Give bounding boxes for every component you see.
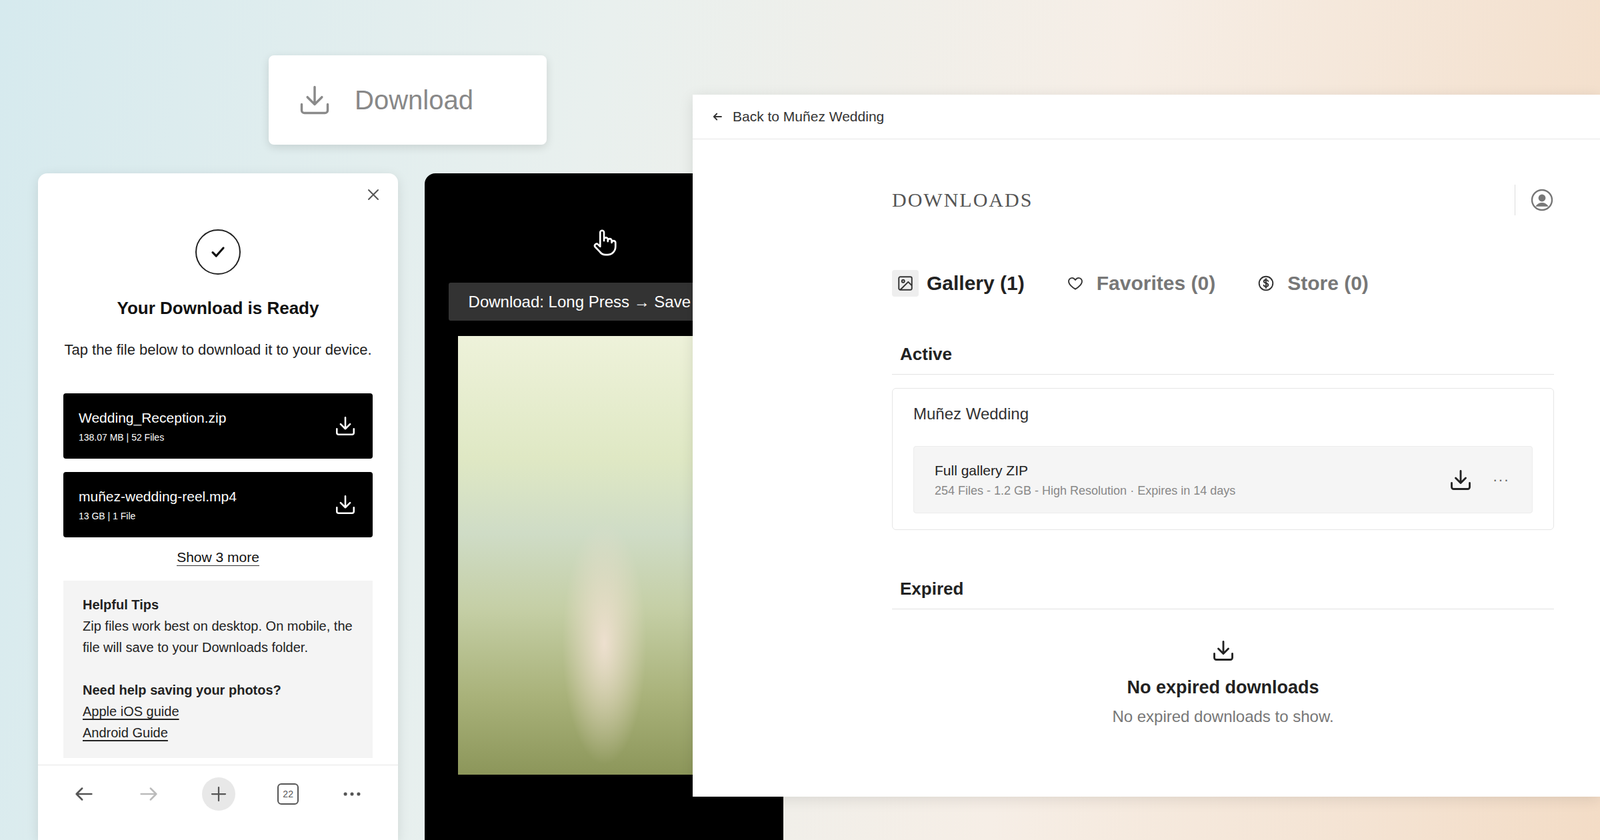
tab-label: Gallery (1) [926,272,1025,295]
separator [1514,184,1516,216]
download-icon [1211,638,1236,663]
canvas: Download Your Download is Ready Tap the fi… [0,0,1600,840]
back-link[interactable]: Back to Muñez Wedding [711,108,884,125]
instruction: Tap the file below to download it to you… [64,340,372,360]
page-title: DOWNLOADS [892,186,1033,214]
tab[interactable]: Gallery (1) [892,270,1025,297]
guide-link[interactable]: Android Guide [82,722,356,744]
empty-title: No expired downloads [1126,676,1319,699]
more-icon[interactable] [340,782,364,806]
mobile-download-panel: Your Download is Ready Tap the file below… [38,173,398,840]
tab-bar: Gallery (1) Favorites (0) Store (0) [892,270,1554,297]
downloads-window: Back to Muñez Wedding DOWNLOADS Gallery (1… [692,94,1600,797]
gallery-card: Muñez Wedding Full gallery ZIP 254 Files -… [892,388,1554,530]
download-button[interactable]: Download [268,55,547,145]
item-title: Full gallery ZIP [934,462,1236,480]
download-icon[interactable] [334,414,357,438]
plus-icon [208,784,229,804]
file-meta: 138.07 MB | 52 Files [78,431,226,444]
close-icon[interactable] [365,186,382,203]
file-meta: 13 GB | 1 File [78,510,237,522]
back-arrow-icon [711,110,724,123]
file-row[interactable]: muñez-wedding-reel.mp4 13 GB | 1 File [63,472,373,538]
more-button[interactable]: ··· [1492,471,1510,489]
tab-count[interactable]: 22 [277,783,299,805]
download-label: Download [354,85,474,116]
file-name: muñez-wedding-reel.mp4 [78,487,237,506]
hand-pointer-icon [588,226,620,258]
section-title: Expired [892,578,1554,610]
check-circle-icon [195,229,241,275]
file-row[interactable]: Wedding_Reception.zip 138.07 MB | 52 File… [63,393,373,459]
section-title: Active [892,343,1554,375]
header-bar: Back to Muñez Wedding [692,94,1600,140]
heart-icon [1066,274,1084,292]
ready-title: Your Download is Ready [117,297,320,319]
tab[interactable]: Store (0) [1252,270,1369,297]
tab-label: Store (0) [1287,272,1369,295]
image-icon [896,274,914,292]
helpful-tips: Helpful TipsZip files work best on deskt… [63,580,373,758]
download-icon[interactable] [1448,468,1473,492]
help-title: Need help saving your photos? [82,679,356,701]
new-tab-button[interactable] [202,777,236,811]
empty-text: No expired downloads to show. [1112,706,1334,727]
file-name: Wedding_Reception.zip [78,408,226,428]
download-icon [297,82,332,118]
tab[interactable]: Favorites (0) [1062,270,1216,297]
file-list: Wedding_Reception.zip 138.07 MB | 52 File… [63,393,373,538]
tips-title: Helpful Tips [82,594,356,616]
back-arrow-icon[interactable] [72,782,96,806]
user-icon[interactable] [1530,188,1554,212]
gallery-name: Muñez Wedding [913,404,1533,424]
back-link-text: Back to Muñez Wedding [732,108,884,125]
empty-state: No expired downloads No expired downloads… [892,609,1554,727]
item-meta: 254 Files - 1.2 GB - High Resolution · E… [934,483,1236,498]
download-item: Full gallery ZIP 254 Files - 1.2 GB - Hig… [913,446,1533,514]
tips-text: Zip files work best on desktop. On mobil… [82,615,356,658]
browser-toolbar: 22 [38,764,398,840]
forward-arrow-icon[interactable] [137,782,160,806]
show-more-link[interactable]: Show 3 more [176,549,260,566]
dollar-circle-icon [1257,274,1275,292]
guide-link[interactable]: Apple iOS guide [82,700,356,722]
download-icon[interactable] [334,493,357,516]
tab-label: Favorites (0) [1096,272,1216,295]
